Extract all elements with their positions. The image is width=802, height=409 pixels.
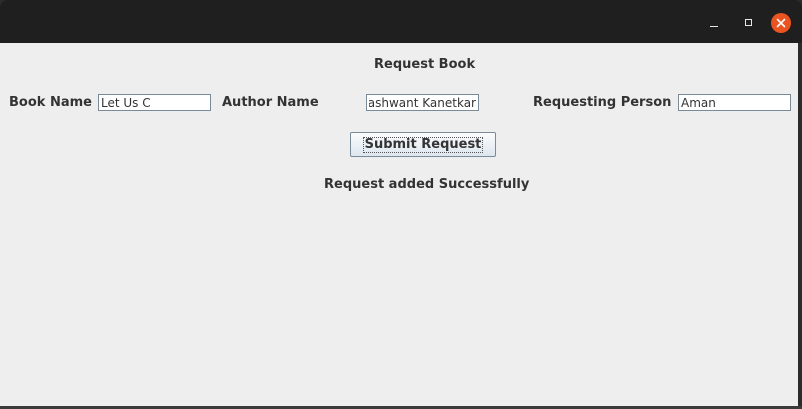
maximize-icon (744, 18, 752, 26)
page-title: Request Book (374, 57, 476, 72)
author-name-field[interactable] (366, 94, 479, 111)
close-button[interactable] (771, 13, 791, 33)
requesting-person-field[interactable] (678, 94, 791, 111)
author-name-label: Author Name (222, 95, 319, 110)
submit-request-label: Submit Request (362, 136, 484, 153)
close-icon (776, 18, 786, 28)
minimize-button[interactable] (704, 12, 724, 32)
book-name-label: Book Name (9, 95, 92, 110)
window-titlebar (0, 0, 802, 43)
minimize-icon (710, 25, 718, 27)
book-name-field[interactable] (98, 94, 211, 111)
requesting-person-label: Requesting Person (533, 95, 672, 110)
status-message: Request added Successfully (324, 177, 530, 192)
request-book-panel: Request Book Book Name Author Name Reque… (0, 43, 798, 406)
submit-request-button[interactable]: Submit Request (350, 132, 496, 157)
maximize-button[interactable] (738, 12, 758, 32)
